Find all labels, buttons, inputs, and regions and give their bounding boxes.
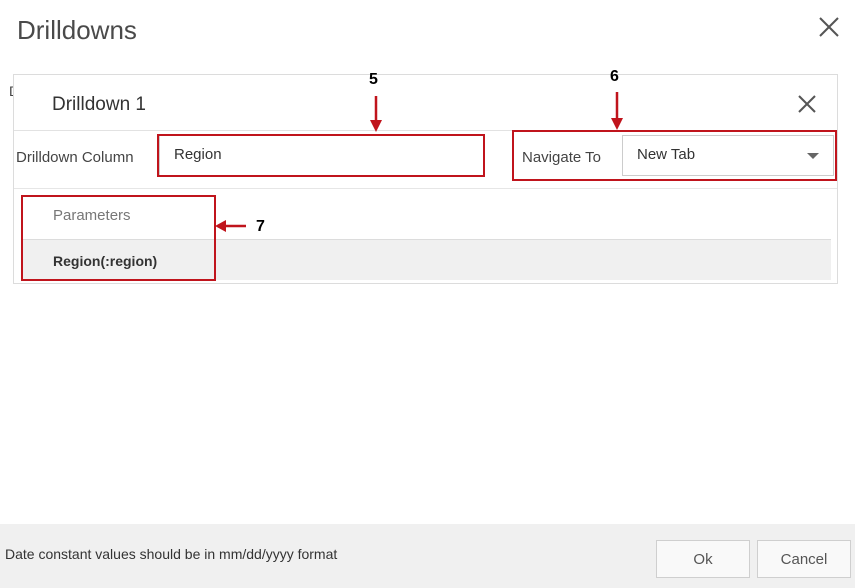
- divider: [14, 130, 837, 131]
- drilldown-column-field[interactable]: Region: [159, 135, 484, 176]
- dialog-footer: Date constant values should be in mm/dd/…: [0, 524, 855, 588]
- navigate-to-select[interactable]: New Tab: [622, 135, 834, 176]
- close-icon[interactable]: [817, 15, 841, 39]
- annotation-marker-6: 6: [610, 68, 619, 85]
- navigate-to-label: Navigate To: [522, 149, 601, 166]
- annotation-marker-7: 7: [256, 218, 265, 235]
- close-icon[interactable]: [796, 93, 818, 115]
- navigate-to-value: New Tab: [637, 146, 696, 163]
- drilldown-card: Drilldown 1 Drilldown Column Region Navi…: [13, 74, 838, 284]
- cancel-button[interactable]: Cancel: [757, 540, 851, 578]
- annotation-marker-5: 5: [369, 71, 378, 88]
- drilldown-column-label: Drilldown Column: [16, 149, 134, 166]
- date-format-note: Date constant values should be in mm/dd/…: [5, 546, 338, 562]
- dialog-title: Drilldowns: [17, 15, 137, 45]
- divider: [14, 188, 837, 189]
- chevron-down-icon: [807, 153, 819, 159]
- parameters-header: Parameters: [53, 207, 131, 224]
- ok-button[interactable]: Ok: [656, 540, 750, 578]
- table-row: Region(:region): [21, 240, 831, 280]
- drilldown-title: Drilldown 1: [52, 94, 146, 115]
- parameter-cell: Region(:region): [53, 253, 158, 269]
